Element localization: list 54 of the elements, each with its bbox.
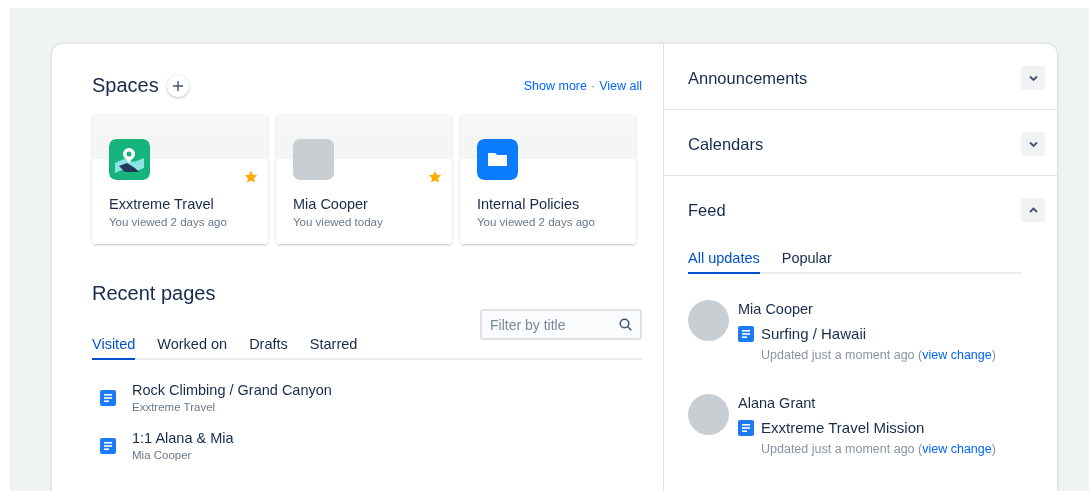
update-status: Updated just a moment ago (view change): [761, 442, 996, 456]
page-link[interactable]: Surfing / Hawaii: [761, 325, 867, 342]
photo-placeholder: [293, 139, 334, 180]
search-icon: [619, 318, 632, 331]
chevron-down-icon: [1028, 140, 1038, 148]
avatar: [688, 300, 729, 341]
space-name: Mia Cooper: [293, 196, 369, 212]
map-app-icon: [109, 139, 150, 180]
panel-title: Calendars: [688, 134, 764, 154]
document-icon: [100, 437, 116, 454]
view-change-link[interactable]: view change: [922, 348, 992, 362]
page-space: Mia Cooper: [132, 449, 193, 461]
author-name: Alana Grant: [738, 395, 817, 411]
page-link[interactable]: Exxtreme Travel Mission: [761, 419, 925, 436]
space-name: Exxtreme Travel: [109, 196, 215, 212]
space-meta: You viewed 2 days ago: [109, 216, 228, 228]
space-card[interactable]: Internal Policies You viewed 2 days ago: [460, 114, 636, 244]
add-button[interactable]: [166, 74, 189, 97]
panel-title: Feed: [688, 200, 726, 220]
plus-icon: [171, 79, 184, 92]
tab[interactable]: Visited: [92, 336, 136, 360]
document-icon: [100, 389, 116, 406]
section-title: Recent pages: [92, 282, 216, 305]
space-meta: You viewed 2 days ago: [477, 216, 596, 228]
tab[interactable]: Drafts: [249, 336, 288, 360]
space-card[interactable]: Mia Cooper You viewed today: [276, 114, 452, 244]
document-icon: [738, 419, 754, 436]
page-space: Exxtreme Travel: [132, 401, 217, 413]
avatar: [688, 394, 729, 435]
page-title[interactable]: Rock Climbing / Grand Canyon: [132, 382, 332, 398]
chevron-down-icon: [1028, 74, 1038, 82]
update-status: Updated just a moment ago (view change): [761, 348, 996, 362]
view-change-link[interactable]: view change: [922, 442, 992, 456]
expand-button[interactable]: [1021, 198, 1045, 222]
panel-title: Announcements: [688, 68, 808, 88]
tab[interactable]: All updates: [688, 250, 760, 274]
tab[interactable]: Worked on: [157, 336, 228, 360]
document-icon: [738, 325, 754, 342]
folder-icon: [477, 139, 518, 180]
expand-button[interactable]: [1021, 66, 1045, 90]
author-name: Mia Cooper: [738, 301, 814, 317]
space-meta: You viewed today: [293, 216, 384, 228]
filter-field[interactable]: Filter by title: [480, 309, 642, 340]
expand-button[interactable]: [1021, 132, 1045, 156]
space-name: Internal Policies: [477, 196, 581, 212]
tab[interactable]: Popular: [781, 250, 832, 274]
link[interactable]: View all: [599, 78, 642, 93]
link[interactable]: Show more: [523, 78, 587, 93]
space-card[interactable]: Exxtreme Travel You viewed 2 days ago: [92, 114, 268, 244]
chevron-up-icon: [1028, 206, 1038, 214]
page-title[interactable]: 1:1 Alana & Mia: [132, 430, 234, 446]
tab[interactable]: Starred: [309, 336, 358, 360]
separator-dot: ·: [590, 78, 596, 93]
section-title: Spaces: [92, 74, 159, 97]
